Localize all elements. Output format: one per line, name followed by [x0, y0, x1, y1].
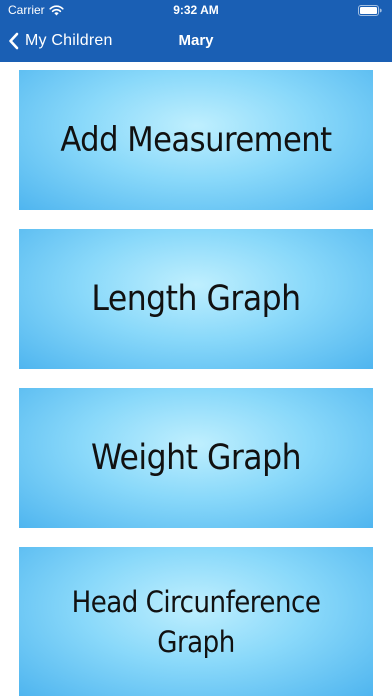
status-bar: Carrier 9:32 AM — [0, 0, 392, 22]
back-button[interactable]: My Children — [8, 28, 113, 54]
navigation-bar: My Children Mary — [0, 22, 392, 62]
app-screen: Carrier 9:32 AM My Children Mary Add Mea… — [0, 0, 392, 696]
add-measurement-button[interactable]: Add Measurement — [19, 70, 373, 210]
page-title: Mary — [178, 32, 214, 49]
header-bar: Carrier 9:32 AM My Children Mary — [0, 0, 392, 62]
length-graph-label: Length Graph — [91, 279, 301, 319]
length-graph-button[interactable]: Length Graph — [19, 229, 373, 369]
head-circumference-graph-button[interactable]: Head Circunference Graph — [19, 547, 373, 696]
weight-graph-button[interactable]: Weight Graph — [19, 388, 373, 528]
weight-graph-label: Weight Graph — [90, 438, 302, 478]
add-measurement-label: Add Measurement — [60, 120, 332, 160]
battery-icon — [358, 5, 382, 16]
chevron-left-icon — [9, 32, 19, 50]
back-button-label: My Children — [25, 32, 113, 49]
head-circumference-graph-label: Head Circunference Graph — [71, 584, 321, 659]
status-time: 9:32 AM — [173, 3, 219, 17]
